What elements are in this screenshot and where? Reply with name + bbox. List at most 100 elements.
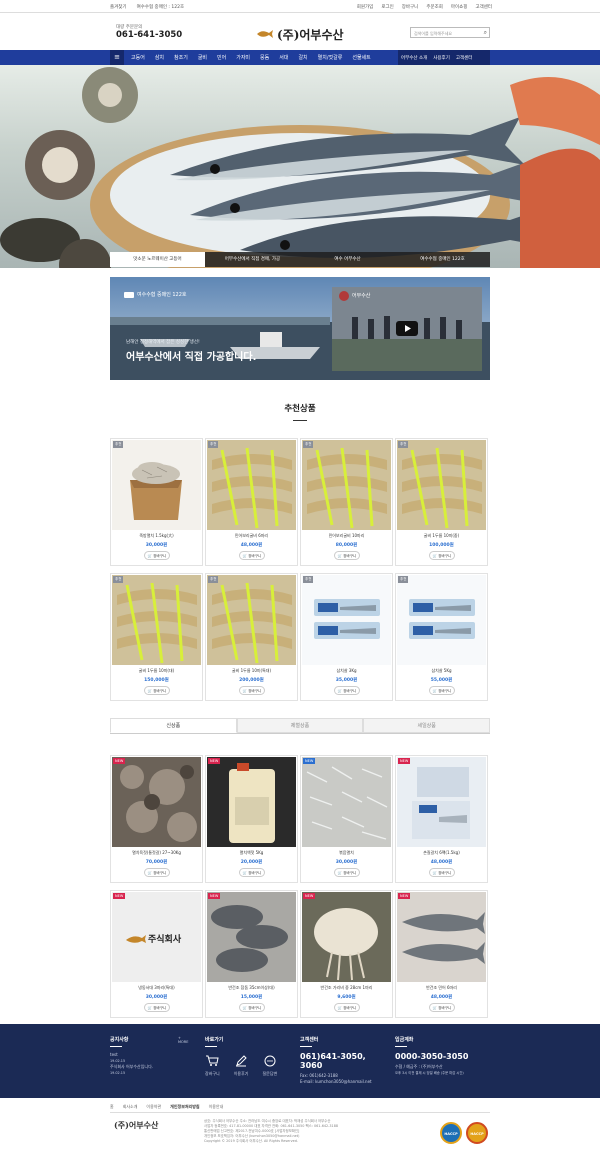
add-to-cart-button[interactable]: 🛒 장바구니 [144, 686, 170, 695]
product-name[interactable]: 손질갈치 6팩(1.5kg) [396, 850, 487, 856]
bookmark-link[interactable]: 즐겨찾기 [110, 4, 127, 10]
add-to-cart-button[interactable]: 🛒 장바구니 [334, 1003, 360, 1012]
hero-tab[interactable]: 여수 어부수산 [300, 252, 395, 267]
new-product-card[interactable]: NEW 반건조 가리비 중 28cm 1마리 9,600원 🛒 장바구니 [300, 890, 393, 1018]
quick-qna[interactable]: 질문답변 [262, 1052, 277, 1077]
product-image[interactable] [302, 757, 391, 847]
product-image[interactable] [397, 575, 486, 665]
nav-item[interactable]: 뭉돔 [255, 54, 274, 61]
hero-tab[interactable]: 여수수협 중매인 122호 [395, 252, 490, 267]
new-product-card[interactable]: NEW 반건조 참돔 35cm이상(대) 15,000원 🛒 장바구니 [205, 890, 298, 1018]
product-name[interactable]: 굴비 1두름 10미(대) [111, 668, 202, 674]
search-icon[interactable]: ⌕ [484, 29, 487, 37]
product-image[interactable] [207, 892, 296, 982]
product-name[interactable]: 민어보리굴비 6마리 [206, 533, 297, 539]
nav-item[interactable]: 서대 [274, 54, 293, 61]
product-name[interactable]: 멸치육젓(통젓갈) 27~30Kg [111, 850, 202, 856]
product-name[interactable]: 반건조 참돔 35cm이상(대) [206, 985, 297, 991]
product-name[interactable]: 민어보리굴비 10마리 [301, 533, 392, 539]
recommend-product-card[interactable]: 추천 삼치살 5Kg 55,000원 🛒 장바구니 [395, 573, 488, 701]
tab-sale[interactable]: 세일상품 [363, 718, 491, 733]
product-image[interactable] [207, 757, 296, 847]
recommend-product-card[interactable]: 추천 굴비 1두름 10미(중) 100,000원 🛒 장바구니 [395, 438, 488, 566]
new-product-card[interactable]: NEW 볶음멸치 30,000원 🛒 장바구니 [300, 755, 393, 883]
tab-season[interactable]: 제철상품 [236, 718, 364, 733]
new-product-card[interactable]: 주식회사 NEW 냉동서대 3마리(특대) 30,000원 🛒 장바구니 [110, 890, 203, 1018]
new-product-card[interactable]: NEW 멸치육젓(통젓갈) 27~30Kg 70,000원 🛒 장바구니 [110, 755, 203, 883]
product-name[interactable]: 삼치살 3Kg [301, 668, 392, 674]
hero-tab[interactable]: 맛소문 노르웨이산 고등어 [110, 252, 205, 267]
menu-icon[interactable]: ≡ [110, 50, 124, 65]
add-to-cart-button[interactable]: 🛒 장바구니 [429, 868, 455, 877]
recommend-product-card[interactable]: 추천 민어보리굴비 6마리 48,000원 🛒 장바구니 [205, 438, 298, 566]
nav-item[interactable]: 참조기 [169, 54, 193, 61]
add-to-cart-button[interactable]: 🛒 장바구니 [239, 868, 265, 877]
nav-item[interactable]: 멸치/젓갈류 [313, 54, 348, 61]
my-shopping-link[interactable]: 마이쇼핑 [451, 4, 468, 10]
product-image[interactable]: 주식회사 [112, 892, 201, 982]
product-image[interactable] [302, 440, 391, 530]
add-to-cart-button[interactable]: 🛒 장바구니 [429, 551, 455, 560]
add-to-cart-button[interactable]: 🛒 장바구니 [144, 1003, 170, 1012]
customer-center-link[interactable]: 고객센터 [475, 4, 492, 10]
nav-item[interactable]: 선물세트 [347, 54, 375, 61]
product-name[interactable]: 냉동서대 3마리(특대) [111, 985, 202, 991]
recommend-product-card[interactable]: 추천 굴비 1두름 10미(대) 150,000원 🛒 장바구니 [110, 573, 203, 701]
new-product-card[interactable]: NEW 반건조 민어 6마리 48,000원 🛒 장바구니 [395, 890, 488, 1018]
new-product-card[interactable]: NEW 멸치액젓 5Kg 20,000원 🛒 장바구니 [205, 755, 298, 883]
site-logo[interactable]: (주)어부수산 [256, 22, 348, 46]
hero-banner[interactable] [0, 65, 600, 268]
hero-tab[interactable]: 어부수산에서 직접 경매, 가공 [205, 252, 300, 267]
login-link[interactable]: 로그인 [381, 4, 393, 10]
notice-more-link[interactable]: + MORE [178, 1036, 190, 1044]
signup-link[interactable]: 회원가입 [357, 4, 374, 10]
nav-item[interactable]: 가자미 [231, 54, 255, 61]
add-to-cart-button[interactable]: 🛒 장바구니 [144, 551, 170, 560]
footer-link[interactable]: 홈 [110, 1104, 114, 1110]
product-name[interactable]: 굴비 1두름 10미(중) [396, 533, 487, 539]
add-to-cart-button[interactable]: 🛒 장바구니 [239, 551, 265, 560]
product-image[interactable] [112, 757, 201, 847]
add-to-cart-button[interactable]: 🛒 장바구니 [429, 1003, 455, 1012]
quick-cart[interactable]: 장바구니 [205, 1052, 220, 1077]
footer-link[interactable]: 회사소개 [123, 1104, 138, 1110]
quick-reviews[interactable]: 이용후기 [234, 1052, 248, 1077]
recommend-product-card[interactable]: 추천 굴비 1두름 10미(특대) 200,000원 🛒 장바구니 [205, 573, 298, 701]
product-image[interactable] [397, 440, 486, 530]
search-input[interactable]: 검색어를 입력해주세요 ⌕ [410, 27, 490, 38]
promo-banner[interactable]: 여수수협 중매인 122호 남해안 청정해역에서 잡은 싱싱한 생선! 어부수산… [110, 277, 490, 380]
recommend-product-card[interactable]: 추천 죽방멸치 1.5kg(大) 30,000원 🛒 장바구니 [110, 438, 203, 566]
recommend-product-card[interactable]: 추천 민어보리굴비 10마리 80,000원 🛒 장바구니 [300, 438, 393, 566]
add-to-cart-button[interactable]: 🛒 장바구니 [429, 686, 455, 695]
nav-item[interactable]: 갈치 [293, 54, 312, 61]
product-name[interactable]: 죽방멸치 1.5kg(大) [111, 533, 202, 539]
new-product-card[interactable]: NEW 손질갈치 6팩(1.5kg) 48,000원 🛒 장바구니 [395, 755, 488, 883]
tab-new[interactable]: 신상품 [110, 718, 237, 733]
add-to-cart-button[interactable]: 🛒 장바구니 [239, 1003, 265, 1012]
product-name[interactable]: 삼치살 5Kg [396, 668, 487, 674]
recommend-product-card[interactable]: 추천 삼치살 3Kg 35,000원 🛒 장바구니 [300, 573, 393, 701]
nav-about[interactable]: 어부수산 소개 [398, 55, 430, 61]
nav-item[interactable]: 삼치 [150, 54, 169, 61]
footer-link[interactable]: 이용약관 [146, 1104, 161, 1110]
product-image[interactable] [397, 892, 486, 982]
product-image[interactable] [207, 440, 296, 530]
add-to-cart-button[interactable]: 🛒 장바구니 [334, 551, 360, 560]
product-name[interactable]: 반건조 민어 6마리 [396, 985, 487, 991]
nav-item[interactable]: 민어 [212, 54, 231, 61]
product-name[interactable]: 굴비 1두름 10미(특대) [206, 668, 297, 674]
product-image[interactable] [302, 892, 391, 982]
cart-link[interactable]: 장바구니 [402, 4, 419, 10]
product-name[interactable]: 볶음멸치 [301, 850, 392, 856]
footer-link[interactable]: 개인정보처리방침 [170, 1104, 199, 1110]
add-to-cart-button[interactable]: 🛒 장바구니 [239, 686, 265, 695]
nav-reviews[interactable]: 사용후기 [430, 55, 453, 61]
add-to-cart-button[interactable]: 🛒 장바구니 [334, 686, 360, 695]
product-image[interactable] [397, 757, 486, 847]
product-image[interactable] [302, 575, 391, 665]
nav-cs[interactable]: 고객센터 [453, 55, 476, 61]
product-image[interactable] [207, 575, 296, 665]
nav-item[interactable]: 굴비 [193, 54, 212, 61]
add-to-cart-button[interactable]: 🛒 장바구니 [334, 868, 360, 877]
video-player[interactable]: 어부수산 [332, 287, 482, 371]
